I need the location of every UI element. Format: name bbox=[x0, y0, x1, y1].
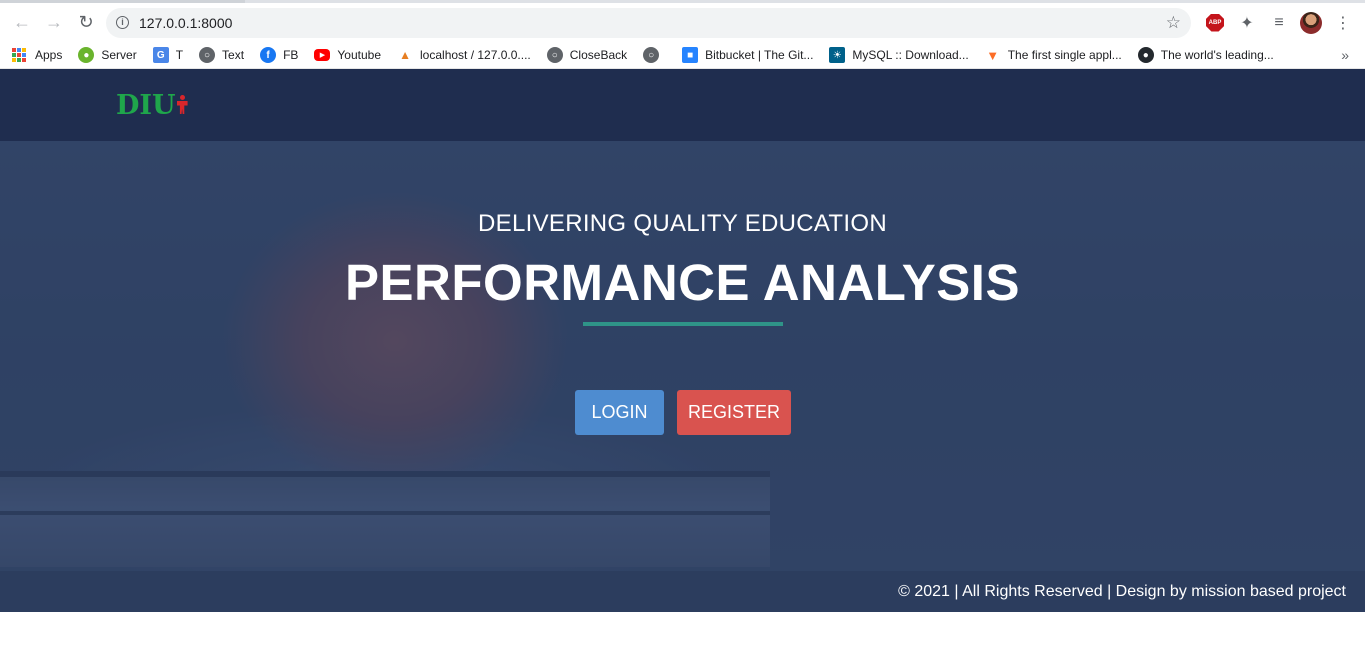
footer-text: © 2021 | All Rights Reserved | Design by… bbox=[898, 582, 1346, 600]
site-info-icon[interactable]: i bbox=[116, 16, 129, 29]
menu-kebab-icon[interactable]: ⋮ bbox=[1327, 7, 1359, 39]
bookmark-text[interactable]: ○ Text bbox=[199, 47, 244, 63]
bookmark-label: Server bbox=[101, 48, 137, 62]
page-viewport: DIU DELIVERING QUALITY EDUCATION PERFORM… bbox=[0, 69, 1365, 612]
hero-headline: PERFORMANCE ANALYSIS bbox=[345, 254, 1020, 311]
site-header: DIU bbox=[0, 69, 1365, 141]
globe-icon: ○ bbox=[199, 47, 216, 63]
bookmark-apps[interactable]: Apps bbox=[12, 48, 62, 62]
apps-grid-icon bbox=[12, 48, 26, 62]
globe-icon: ○ bbox=[546, 47, 563, 63]
media-queue-icon[interactable]: ≡ bbox=[1263, 7, 1295, 39]
bitbucket-icon: ■ bbox=[682, 47, 699, 63]
bookmark-star-icon[interactable]: ☆ bbox=[1166, 13, 1181, 33]
extensions-puzzle-icon[interactable]: ✦ bbox=[1231, 7, 1263, 39]
bookmark-label: Bitbucket | The Git... bbox=[705, 48, 814, 62]
bookmark-label: localhost / 127.0.0.... bbox=[420, 48, 531, 62]
profile-avatar[interactable] bbox=[1295, 7, 1327, 39]
bookmark-t[interactable]: G T bbox=[152, 47, 184, 63]
bookmark-mysql[interactable]: ☀ MySQL :: Download... bbox=[829, 47, 969, 63]
bookmark-label: MySQL :: Download... bbox=[852, 48, 969, 62]
hero-content: DELIVERING QUALITY EDUCATION PERFORMANCE… bbox=[0, 141, 1365, 571]
bookmark-localhost[interactable]: ▲ localhost / 127.0.0.... bbox=[397, 47, 531, 63]
bookmark-label: T bbox=[175, 48, 184, 62]
bookmark-label: Apps bbox=[35, 48, 63, 62]
person-logo-icon bbox=[177, 95, 188, 115]
bookmark-label: The world's leading... bbox=[1160, 48, 1274, 62]
globe-icon: ○ bbox=[643, 47, 660, 63]
mysql-icon: ☀ bbox=[829, 47, 846, 63]
server-icon: ● bbox=[78, 47, 95, 63]
browser-toolbar: ← → ↻ i 127.0.0.1:8000 ☆ ABP ✦ ≡ ⋮ bbox=[0, 0, 1365, 42]
bookmark-fb[interactable]: f FB bbox=[260, 47, 298, 63]
login-button[interactable]: LOGIN bbox=[575, 390, 664, 435]
more-bookmarks-chevron-icon[interactable]: » bbox=[1341, 47, 1349, 63]
hero-divider bbox=[583, 322, 783, 326]
bookmark-label: The first single appl... bbox=[1007, 48, 1122, 62]
url-text[interactable]: 127.0.0.1:8000 bbox=[139, 15, 1166, 31]
logo-text: DIU bbox=[116, 89, 176, 121]
bookmark-github[interactable]: ● The world's leading... bbox=[1137, 47, 1274, 63]
reload-icon[interactable]: ↻ bbox=[70, 7, 102, 39]
bookmark-label: Youtube bbox=[337, 48, 382, 62]
bookmark-youtube[interactable]: ▶ Youtube bbox=[314, 48, 381, 62]
youtube-icon: ▶ bbox=[314, 49, 331, 61]
adblock-extension-icon[interactable]: ABP bbox=[1199, 7, 1231, 39]
gitlab-icon: ▼ bbox=[986, 47, 1000, 63]
site-logo[interactable]: DIU bbox=[116, 90, 188, 121]
bookmark-label: FB bbox=[283, 48, 299, 62]
bookmark-gitlab[interactable]: ▼ The first single appl... bbox=[985, 47, 1122, 63]
site-footer: © 2021 | All Rights Reserved | Design by… bbox=[0, 571, 1365, 612]
back-arrow-icon[interactable]: ← bbox=[6, 7, 38, 39]
bookmarks-bar: Apps ● Server G T ○ Text f FB ▶ Youtube … bbox=[0, 42, 1365, 69]
address-bar[interactable]: i 127.0.0.1:8000 ☆ bbox=[106, 7, 1191, 38]
forward-arrow-icon[interactable]: → bbox=[38, 7, 70, 39]
bookmark-globe[interactable]: ○ bbox=[643, 47, 666, 63]
bookmark-bitbucket[interactable]: ■ Bitbucket | The Git... bbox=[682, 47, 813, 63]
phpmyadmin-icon: ▲ bbox=[399, 48, 411, 62]
github-icon: ● bbox=[1137, 47, 1154, 63]
translate-icon: G bbox=[152, 47, 169, 63]
facebook-icon: f bbox=[260, 47, 277, 63]
hero-section: DELIVERING QUALITY EDUCATION PERFORMANCE… bbox=[0, 141, 1365, 571]
bookmark-server[interactable]: ● Server bbox=[78, 47, 137, 63]
bookmark-label: Text bbox=[222, 48, 245, 62]
hero-kicker: DELIVERING QUALITY EDUCATION bbox=[478, 210, 887, 237]
bookmark-closeback[interactable]: ○ CloseBack bbox=[546, 47, 628, 63]
bookmark-label: CloseBack bbox=[569, 48, 628, 62]
tab-strip-remnant bbox=[0, 0, 245, 3]
register-button[interactable]: REGISTER bbox=[677, 390, 791, 435]
